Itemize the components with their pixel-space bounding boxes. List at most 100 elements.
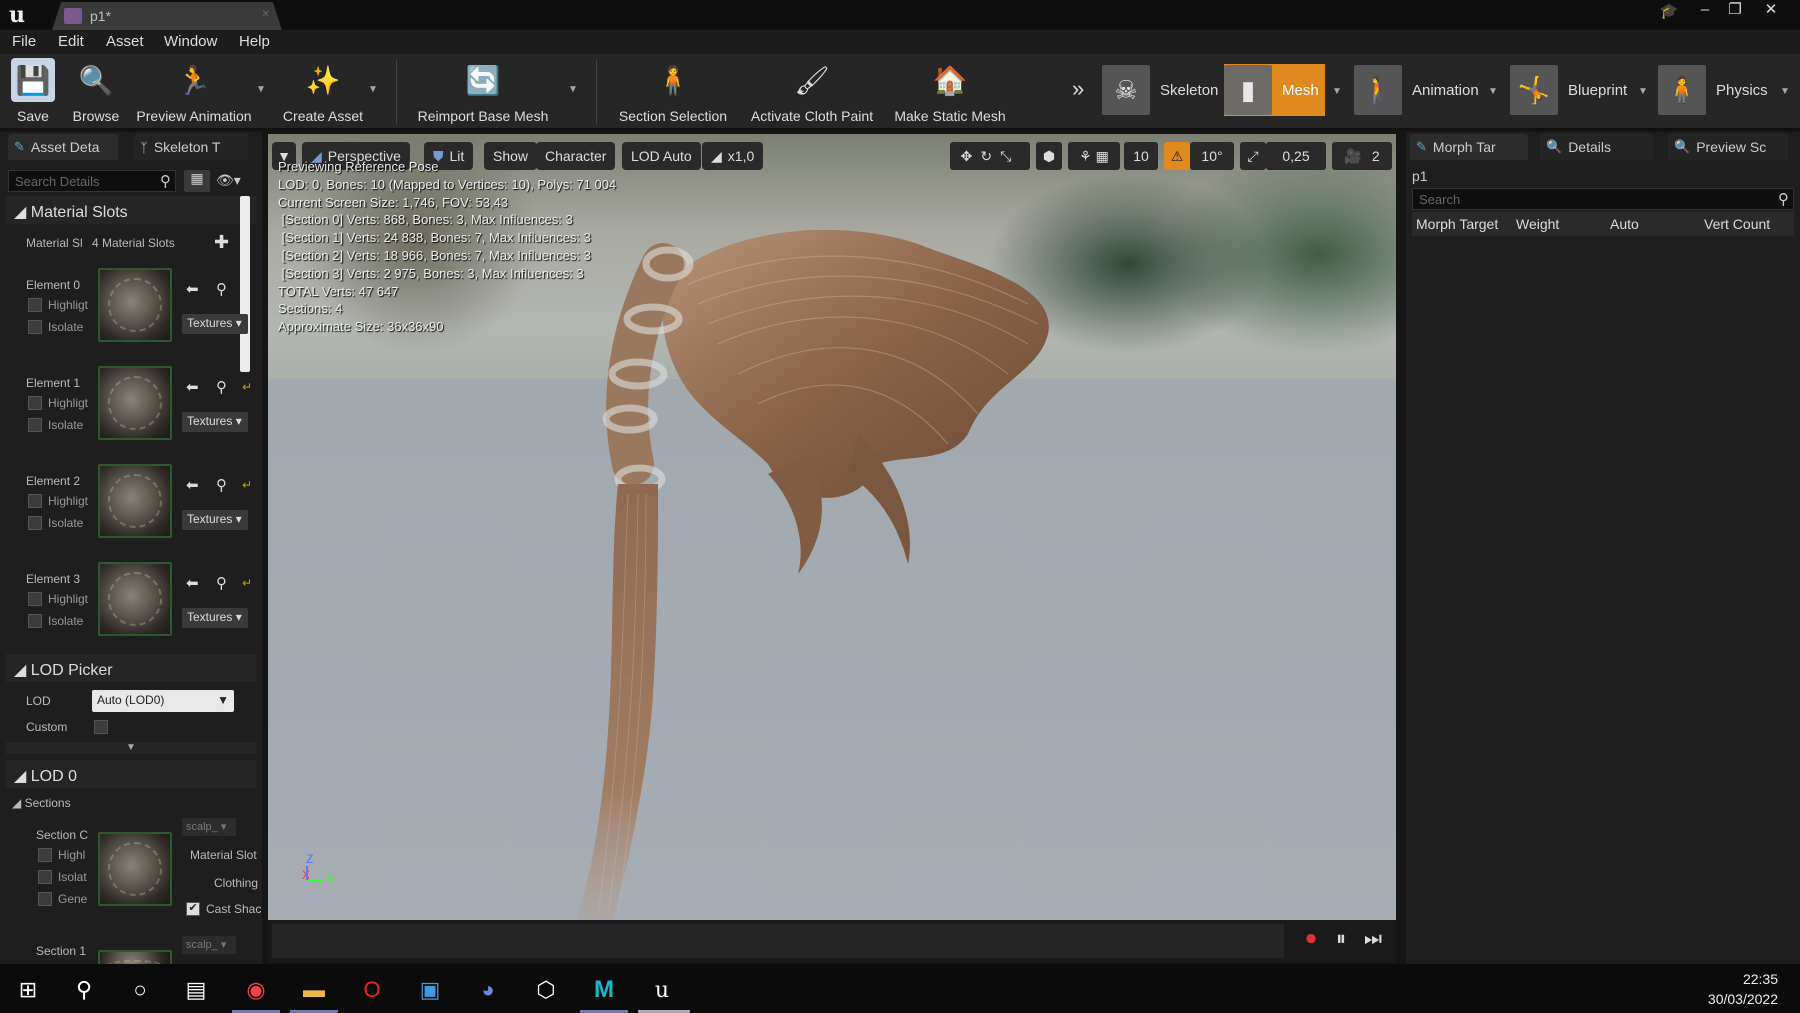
element-1-highlight[interactable]: Highligt: [28, 396, 88, 410]
photos-icon[interactable]: ▣: [412, 972, 448, 1008]
element-0-isolate[interactable]: Isolate: [28, 320, 83, 334]
material-thumbnail[interactable]: [98, 562, 172, 636]
create-asset-dropdown-icon[interactable]: ▼: [368, 84, 378, 95]
column-vert-count[interactable]: Vert Count: [1704, 216, 1770, 232]
section-material-thumbnail[interactable]: [98, 950, 172, 964]
mode-animation-button[interactable]: 🚶 Animation: [1354, 64, 1479, 116]
grid-view-icon[interactable]: ▦: [184, 170, 210, 192]
lod-select[interactable]: Auto (LOD0) ▼: [92, 690, 234, 712]
save-button[interactable]: 💾 Save: [8, 58, 58, 128]
file-explorer-icon[interactable]: ▬: [296, 972, 332, 1008]
add-slot-icon[interactable]: ✚: [214, 232, 229, 253]
reset-to-default-icon[interactable]: ↵: [242, 478, 252, 492]
tab-asset-details[interactable]: ✎ Asset Deta: [8, 134, 118, 160]
checkbox[interactable]: [28, 298, 42, 312]
element-3-highlight[interactable]: Highligt: [28, 592, 88, 606]
preview-animation-button[interactable]: 🏃 Preview Animation: [132, 58, 256, 128]
tab-preview-scene[interactable]: 🔍 Preview Sc: [1668, 134, 1788, 160]
reimport-dropdown-icon[interactable]: ▼: [568, 84, 578, 95]
morph-search-input[interactable]: Search ⚲: [1412, 188, 1794, 210]
reset-to-default-icon[interactable]: ↵: [242, 576, 252, 590]
windows-start-icon[interactable]: ⊞: [10, 972, 46, 1008]
task-view-icon[interactable]: ▤: [178, 972, 214, 1008]
search-details-input[interactable]: Search Details ⚲: [8, 170, 176, 192]
column-weight[interactable]: Weight: [1516, 216, 1559, 232]
section1-material-dropdown[interactable]: scalp_ ▾: [182, 936, 236, 954]
browse-magnifier-icon[interactable]: ⚲: [216, 574, 227, 592]
system-clock[interactable]: 22:35 30/03/2022: [1708, 969, 1778, 1009]
textures-dropdown[interactable]: Textures ▾: [182, 608, 248, 628]
rotation-snap-icon[interactable]: ⚠: [1164, 142, 1190, 170]
section-selection-button[interactable]: 🧍 Section Selection: [614, 58, 732, 128]
lod-auto-button[interactable]: LOD Auto: [622, 142, 701, 170]
search-icon[interactable]: ⚲: [66, 972, 102, 1008]
cortana-icon[interactable]: ○: [122, 972, 158, 1008]
preview-animation-dropdown-icon[interactable]: ▼: [256, 84, 266, 95]
step-forward-icon[interactable]: ⏭: [1364, 928, 1382, 951]
checkbox[interactable]: [28, 592, 42, 606]
material-slots-header[interactable]: ◢ Material Slots: [6, 196, 256, 224]
animation-dropdown-icon[interactable]: ▼: [1488, 86, 1498, 97]
discord-icon[interactable]: ◕: [470, 972, 506, 1008]
checkbox[interactable]: [38, 848, 52, 862]
checkbox[interactable]: [28, 320, 42, 334]
element-2-isolate[interactable]: Isolate: [28, 516, 83, 530]
3d-viewer-icon[interactable]: ⬡: [528, 972, 564, 1008]
reset-to-default-icon[interactable]: ↵: [242, 380, 252, 394]
create-asset-button[interactable]: ✨ Create Asset: [280, 58, 366, 128]
column-morph-target[interactable]: Morph Target: [1416, 216, 1498, 232]
browse-magnifier-icon[interactable]: ⚲: [216, 280, 227, 298]
mode-skeleton-button[interactable]: ☠ Skeleton: [1102, 64, 1218, 116]
element-1-isolate[interactable]: Isolate: [28, 418, 83, 432]
checkbox[interactable]: [38, 870, 52, 884]
textures-dropdown[interactable]: Textures ▾: [182, 510, 248, 530]
use-selected-arrow-icon[interactable]: ⬅: [186, 280, 199, 298]
eye-icon[interactable]: 👁▾: [216, 172, 241, 189]
scale-snap-icon[interactable]: ⤢: [1240, 142, 1266, 170]
scale-snap-value[interactable]: 0,25: [1266, 142, 1326, 170]
make-static-mesh-button[interactable]: 🏠 Make Static Mesh: [890, 58, 1010, 128]
timeline-track[interactable]: [272, 924, 1284, 958]
local-world-icon[interactable]: ⬢: [1036, 142, 1062, 170]
menu-window[interactable]: Window: [164, 33, 217, 50]
blueprint-dropdown-icon[interactable]: ▼: [1638, 86, 1648, 97]
playback-speed-button[interactable]: ◢ x1,0: [702, 142, 764, 170]
section0-generate[interactable]: Gene: [38, 892, 87, 906]
camera-speed-button[interactable]: 🎥 2: [1332, 142, 1392, 170]
surface-snap-icon[interactable]: ⚘ ▦: [1068, 142, 1120, 170]
expand-advanced-icon[interactable]: ▼: [6, 742, 256, 754]
scrollbar-thumb[interactable]: [240, 196, 250, 372]
maya-icon[interactable]: M: [586, 972, 622, 1008]
section0-material-dropdown[interactable]: scalp_ ▾: [182, 818, 236, 836]
use-selected-arrow-icon[interactable]: ⬅: [186, 574, 199, 592]
mesh-dropdown-icon[interactable]: ▼: [1332, 86, 1342, 97]
physics-dropdown-icon[interactable]: ▼: [1780, 86, 1790, 97]
checkbox[interactable]: [28, 494, 42, 508]
tab-morph-target[interactable]: ✎ Morph Tar: [1410, 134, 1528, 160]
opera-icon[interactable]: O: [354, 972, 390, 1008]
section-material-thumbnail[interactable]: [98, 832, 172, 906]
browse-magnifier-icon[interactable]: ⚲: [216, 378, 227, 396]
mode-mesh-button[interactable]: ▮ Mesh: [1224, 64, 1325, 116]
cast-shadow-checkbox[interactable]: ✔ Cast Shac: [186, 902, 261, 916]
element-0-highlight[interactable]: Highligt: [28, 298, 88, 312]
material-thumbnail[interactable]: [98, 366, 172, 440]
close-tab-icon[interactable]: ✕: [262, 9, 270, 20]
chrome-icon[interactable]: ◉: [238, 972, 274, 1008]
textures-dropdown[interactable]: Textures ▾: [182, 412, 248, 432]
reimport-base-mesh-button[interactable]: 🔄 Reimport Base Mesh: [412, 58, 554, 128]
checkbox[interactable]: [28, 614, 42, 628]
material-thumbnail[interactable]: [98, 268, 172, 342]
document-tab[interactable]: p1* ✕: [52, 2, 282, 30]
menu-edit[interactable]: Edit: [58, 33, 84, 50]
checkbox[interactable]: [38, 892, 52, 906]
mode-blueprint-button[interactable]: 🤸 Blueprint: [1510, 64, 1627, 116]
custom-checkbox[interactable]: [94, 720, 108, 734]
checkbox-checked[interactable]: ✔: [186, 902, 200, 916]
grid-snap-value[interactable]: 10: [1124, 142, 1158, 170]
checkbox[interactable]: [28, 418, 42, 432]
sections-header[interactable]: ◢ Sections: [12, 796, 71, 810]
browse-button[interactable]: 🔍 Browse: [68, 58, 124, 128]
mode-physics-button[interactable]: 🧍 Physics: [1658, 64, 1768, 116]
tab-skeleton-tree[interactable]: ᛉ Skeleton T: [134, 134, 248, 160]
